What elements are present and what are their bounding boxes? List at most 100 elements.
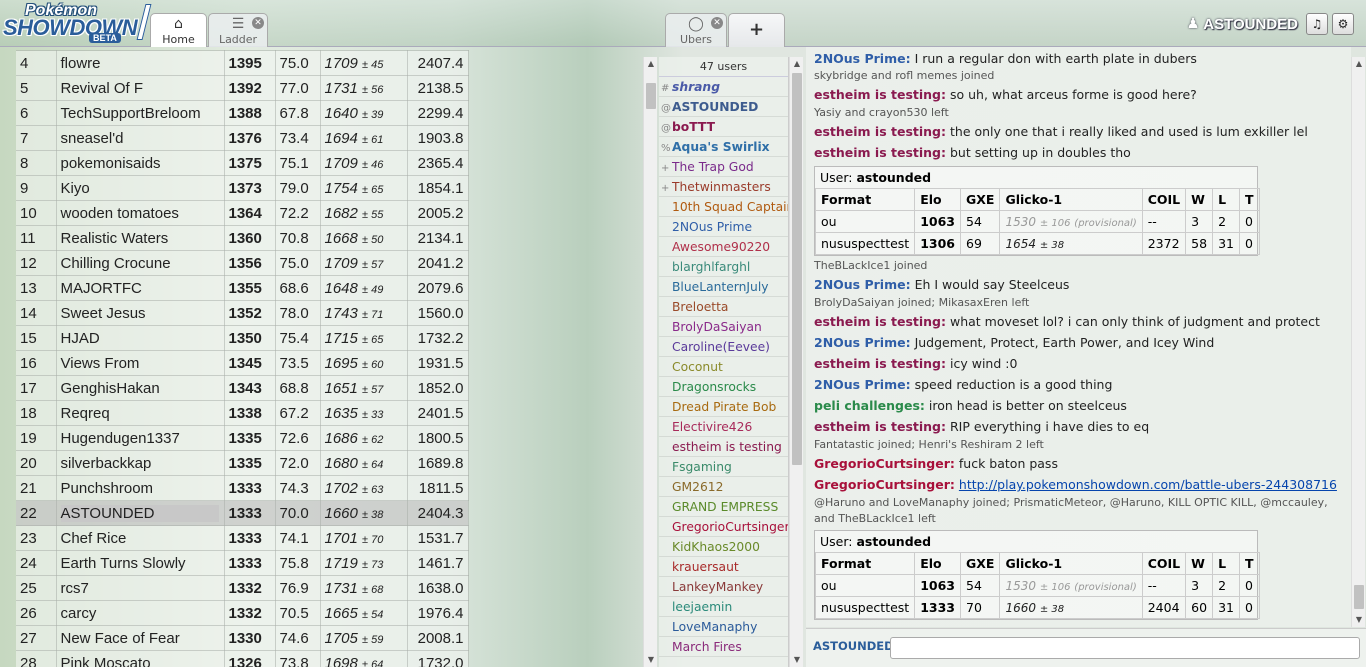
ladder-username[interactable]: Revival Of F [61, 80, 144, 97]
scroll-up-arrow[interactable]: ▲ [1352, 57, 1366, 71]
ladder-row[interactable]: 19 Hugendugen1337 1335 72.6 1686 ± 62 1800.5 [16, 425, 469, 451]
userlist-username[interactable]: LoveManaphy [672, 620, 757, 634]
ladder-username[interactable]: Earth Turns Slowly [61, 555, 186, 572]
scroll-down-arrow[interactable]: ▼ [790, 653, 804, 667]
chat-author[interactable]: peli challenges: [814, 398, 925, 413]
ladder-row[interactable]: 11 Realistic Waters 1360 70.8 1668 ± 50 2134.… [16, 225, 469, 251]
ladder-username[interactable]: Reqreq [61, 405, 110, 422]
userlist-item[interactable]: Caroline(Eevee) [659, 337, 788, 357]
chat-author[interactable]: estheim is testing: [814, 314, 946, 329]
ladder-row[interactable]: 10 wooden tomatoes 1364 72.2 1682 ± 55 2005.2 [16, 200, 469, 226]
userlist-username[interactable]: leejaemin [672, 600, 732, 614]
ladder-row[interactable]: 26 carcy 1332 70.5 1665 ± 54 1976.4 [16, 600, 469, 626]
ladder-row[interactable]: 27 New Face of Fear 1330 74.6 1705 ± 59 2008.… [16, 625, 469, 651]
ladder-username[interactable]: HJAD [61, 330, 100, 347]
ladder-username[interactable]: ASTOUNDED [60, 504, 219, 522]
ladder-row[interactable]: 9 Kiyo 1373 79.0 1754 ± 65 1854.1 [16, 175, 469, 201]
scroll-up-arrow[interactable]: ▲ [790, 57, 804, 71]
userlist-item[interactable]: KidKhaos2000 [659, 537, 788, 557]
userlist-username[interactable]: Coconut [672, 360, 723, 374]
ladder-row[interactable]: 25 rcs7 1332 76.9 1731 ± 68 1638.0 [16, 575, 469, 601]
userlist-item[interactable]: GregorioCurtsinger [659, 517, 788, 537]
userlist-username[interactable]: Electivire426 [672, 420, 752, 434]
gear-icon[interactable]: ⚙ [1332, 13, 1354, 35]
ladder-username[interactable]: Chef Rice [61, 530, 127, 547]
userlist-item[interactable]: blarghlfarghl [659, 257, 788, 277]
ladder-row[interactable]: 5 Revival Of F 1392 77.0 1731 ± 56 2138.5 [16, 75, 469, 101]
ladder-username[interactable]: wooden tomatoes [61, 205, 179, 222]
userlist-item[interactable]: Breloetta [659, 297, 788, 317]
ladder-username[interactable]: Sweet Jesus [61, 305, 146, 322]
scroll-up-arrow[interactable]: ▲ [644, 57, 658, 71]
sound-icon[interactable]: ♫ [1306, 13, 1328, 35]
userlist-item[interactable]: @boTTT [659, 117, 788, 137]
chat-author[interactable]: estheim is testing: [814, 145, 946, 160]
userlist-item[interactable]: estheim is testing [659, 437, 788, 457]
userlist-item[interactable]: LankeyMankey [659, 577, 788, 597]
ladder-username[interactable]: Hugendugen1337 [61, 430, 180, 447]
userlist-username[interactable]: Thetwinmasters [672, 180, 771, 194]
userlist-username[interactable]: GM2612 [672, 480, 723, 494]
ladder-username[interactable]: Views From [61, 355, 140, 372]
userlist-username[interactable]: The Trap God [672, 160, 754, 174]
ladder-username[interactable]: carcy [61, 605, 97, 622]
userlist-username[interactable]: BrolyDaSaiyan [672, 320, 762, 334]
ladder-row[interactable]: 8 pokemonisaids 1375 75.1 1709 ± 46 2365.4 [16, 150, 469, 176]
chat-author[interactable]: 2NOus Prime: [814, 335, 911, 350]
ladder-username[interactable]: New Face of Fear [61, 630, 180, 647]
userlist-item[interactable]: Awesome90220 [659, 237, 788, 257]
ladder-username[interactable]: GenghisHakan [61, 380, 160, 397]
userlist-item[interactable]: + The Trap God [659, 157, 788, 177]
userlist-item[interactable]: leejaemin [659, 597, 788, 617]
ladder-row[interactable]: 21 Punchshroom 1333 74.3 1702 ± 63 1811.5 [16, 475, 469, 501]
ladder-username[interactable]: TechSupportBreloom [61, 105, 201, 122]
userlist-username[interactable]: blarghlfarghl [672, 260, 750, 274]
scroll-thumb[interactable] [646, 83, 656, 109]
chat-message-input[interactable] [890, 637, 1360, 659]
ladder-row[interactable]: 20 silverbackkap 1335 72.0 1680 ± 64 1689.8 [16, 450, 469, 476]
userlist-username[interactable]: Fsgaming [672, 460, 732, 474]
userlist-item[interactable]: + Thetwinmasters [659, 177, 788, 197]
close-icon[interactable]: ✕ [711, 17, 723, 29]
userlist-username[interactable]: LankeyMankey [672, 580, 763, 594]
userlist-username[interactable]: 10th Squad Captain [672, 200, 788, 214]
ladder-row[interactable]: 23 Chef Rice 1333 74.1 1701 ± 70 1531.7 [16, 525, 469, 551]
ladder-row[interactable]: 24 Earth Turns Slowly 1333 75.8 1719 ± 73 146… [16, 550, 469, 576]
userlist-item[interactable]: March Fires [659, 637, 788, 657]
userlist-item[interactable]: Electivire426 [659, 417, 788, 437]
chat-author[interactable]: estheim is testing: [814, 124, 946, 139]
userlist-item[interactable]: BlueLanternJuly [659, 277, 788, 297]
userlist-username[interactable]: shrang [672, 80, 720, 94]
userlist-item[interactable]: %Aqua's Swirlix [659, 137, 788, 157]
tab-home[interactable]: ⌂ Home [150, 13, 207, 47]
tab-ladder[interactable]: ☰ Ladder ✕ [208, 13, 268, 47]
userlist-username[interactable]: March Fires [672, 640, 742, 654]
chat-author[interactable]: estheim is testing: [814, 87, 946, 102]
userlist-username[interactable]: Dragonsrocks [672, 380, 756, 394]
scroll-thumb[interactable] [1354, 585, 1364, 609]
userlist-item[interactable]: 2NOus Prime [659, 217, 788, 237]
ladder-username[interactable]: Realistic Waters [61, 230, 169, 247]
userlist-username[interactable]: boTTT [672, 120, 715, 134]
ladder-row[interactable]: 17 GenghisHakan 1343 68.8 1651 ± 57 1852.0 [16, 375, 469, 401]
userlist-username[interactable]: Caroline(Eevee) [672, 340, 770, 354]
userlist-item[interactable]: Fsgaming [659, 457, 788, 477]
userlist-username[interactable]: Breloetta [672, 300, 728, 314]
chat-author[interactable]: 2NOus Prime: [814, 277, 911, 292]
ladder-username[interactable]: Chilling Crocune [61, 255, 171, 272]
ladder-row[interactable]: 4 flowre 1395 75.0 1709 ± 45 2407.4 [16, 50, 469, 76]
chat-author[interactable]: 2NOus Prime: [814, 51, 911, 66]
ladder-row[interactable]: 15 HJAD 1350 75.4 1715 ± 65 1732.2 [16, 325, 469, 351]
ladder-row[interactable]: 6 TechSupportBreloom 1388 67.8 1640 ± 39 2299… [16, 100, 469, 126]
userlist-username[interactable]: ASTOUNDED [672, 100, 758, 114]
close-icon[interactable]: ✕ [252, 17, 264, 29]
userlist-username[interactable]: BlueLanternJuly [672, 280, 769, 294]
userlist-item[interactable]: Dread Pirate Bob [659, 397, 788, 417]
ladder-row[interactable]: 13 MAJORTFC 1355 68.6 1648 ± 49 2079.6 [16, 275, 469, 301]
userlist-item[interactable]: 10th Squad Captain [659, 197, 788, 217]
userlist-item[interactable]: Dragonsrocks [659, 377, 788, 397]
chat-author[interactable]: GregorioCurtsinger: [814, 456, 955, 471]
userlist-scrollbar[interactable]: ▲ ▼ [789, 57, 803, 667]
ladder-username[interactable]: Pink Moscato [61, 655, 151, 667]
userlist-item[interactable]: Coconut [659, 357, 788, 377]
